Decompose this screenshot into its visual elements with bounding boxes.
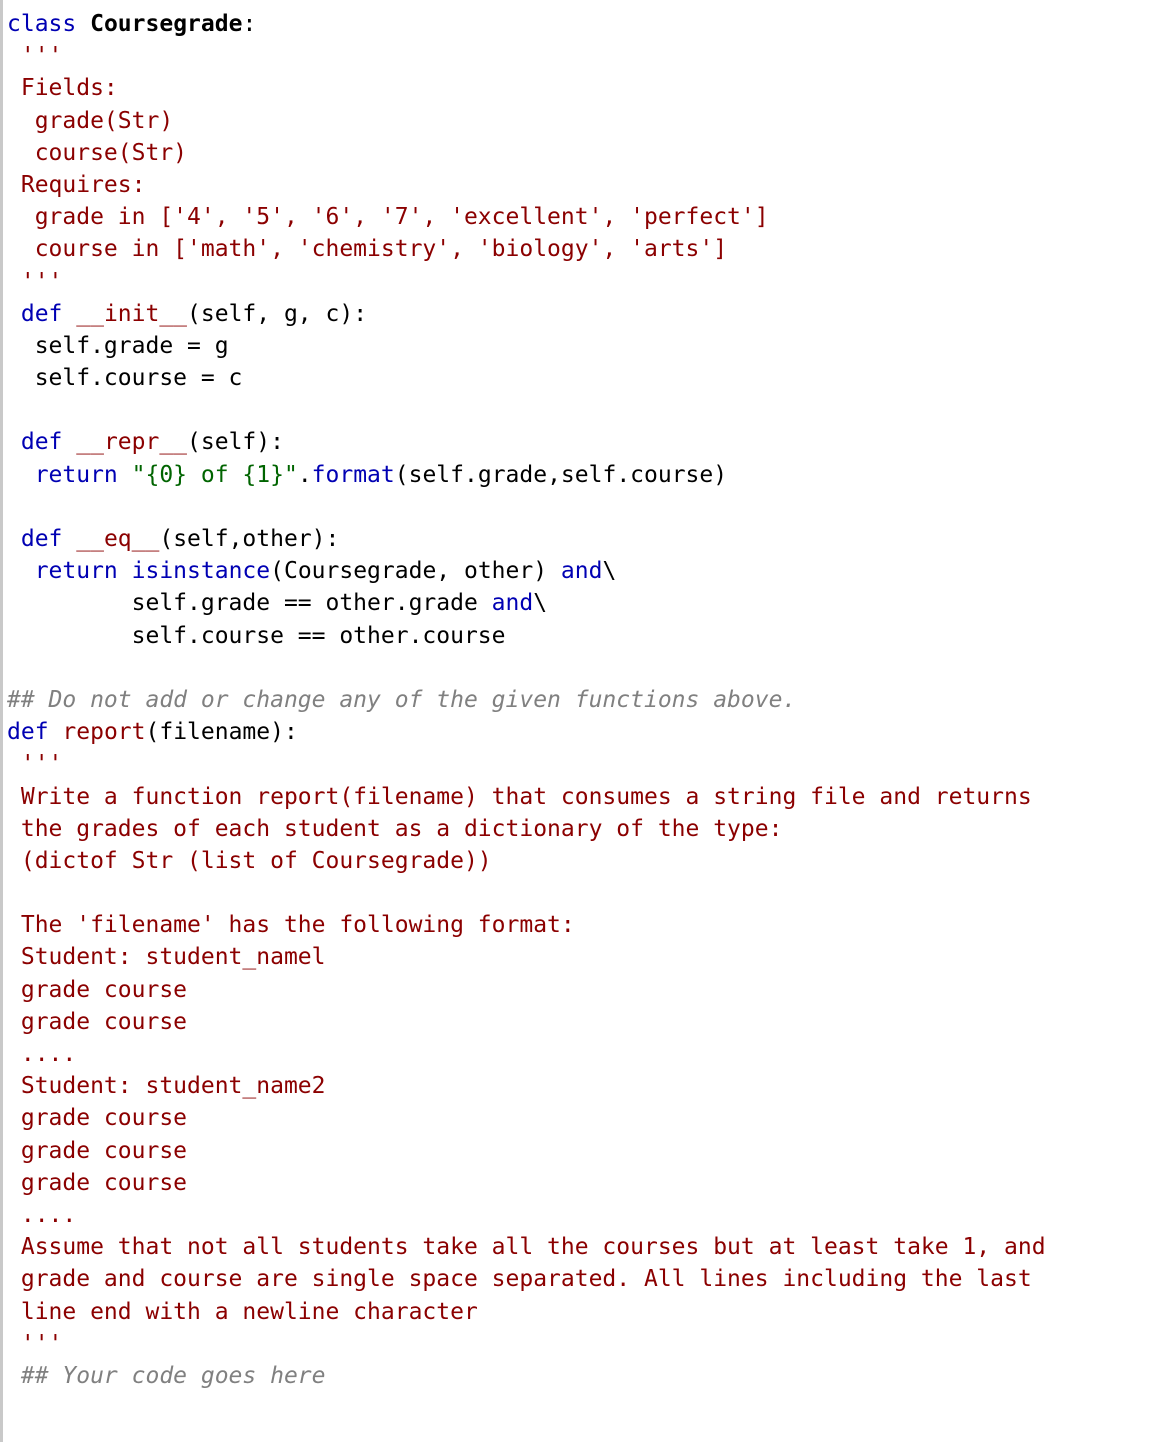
- params: (filename):: [146, 719, 298, 745]
- docstring-line: course(Str): [7, 140, 187, 166]
- code-block: class Coursegrade: ''' Fields: grade(Str…: [0, 0, 1164, 1442]
- docstring-line: line end with a newline character: [7, 1299, 478, 1325]
- docstring-open: ''': [7, 751, 62, 777]
- builtin-isinstance: isinstance: [132, 558, 270, 584]
- string-literal: "{0} of {1}": [132, 462, 298, 488]
- params: (self, g, c):: [187, 301, 367, 327]
- kw-and: and: [561, 558, 603, 584]
- kw-return: return: [7, 558, 118, 584]
- class-name: Coursegrade: [90, 11, 242, 37]
- docstring-line: grade course: [7, 1105, 187, 1131]
- line-continuation: \: [602, 558, 616, 584]
- kw-and: and: [492, 590, 534, 616]
- docstring-line: ....: [7, 1041, 76, 1067]
- docstring-close: ''': [7, 1331, 62, 1357]
- docstring-line: course in ['math', 'chemistry', 'biology…: [7, 236, 727, 262]
- kw-def: def: [7, 719, 49, 745]
- colon: :: [242, 11, 256, 37]
- docstring-line: grade course: [7, 1170, 187, 1196]
- fn-repr: __repr__: [76, 429, 187, 455]
- fn-report: report: [62, 719, 145, 745]
- docstring-line: grade(Str): [7, 108, 173, 134]
- dot: .: [298, 462, 312, 488]
- stmt: self.grade == other.grade: [7, 590, 492, 616]
- docstring-line: Assume that not all students take all th…: [7, 1234, 1046, 1260]
- comment-line: ## Your code goes here: [7, 1363, 326, 1389]
- docstring-line: Student: student_namel: [7, 944, 326, 970]
- docstring-line: the grades of each student as a dictiona…: [7, 816, 782, 842]
- stmt: self.grade = g: [7, 333, 229, 359]
- docstring-line: grade course: [7, 977, 187, 1003]
- params: (self,other):: [159, 526, 339, 552]
- builtin-format: format: [312, 462, 395, 488]
- docstring-line: The 'filename' has the following format:: [7, 912, 575, 938]
- docstring-line: Student: student_name2: [7, 1073, 326, 1099]
- docstring-open: ''': [7, 43, 62, 69]
- comment-line: ## Do not add or change any of the given…: [7, 687, 796, 713]
- kw-def: def: [7, 301, 62, 327]
- callargs: (self.grade,self.course): [395, 462, 727, 488]
- line-continuation: \: [533, 590, 547, 616]
- docstring-line: Fields:: [7, 75, 118, 101]
- docstring-close: ''': [7, 269, 62, 295]
- kw-def: def: [7, 429, 62, 455]
- callargs: (Coursegrade, other): [270, 558, 561, 584]
- docstring-line: ....: [7, 1202, 76, 1228]
- docstring-line: grade in ['4', '5', '6', '7', 'excellent…: [7, 204, 769, 230]
- docstring-line: Write a function report(filename) that c…: [7, 784, 1032, 810]
- fn-init: __init__: [76, 301, 187, 327]
- fn-eq: __eq__: [76, 526, 159, 552]
- params: (self):: [187, 429, 284, 455]
- docstring-line: grade course: [7, 1009, 187, 1035]
- kw-class: class: [7, 11, 76, 37]
- code-pre: class Coursegrade: ''' Fields: grade(Str…: [7, 8, 1164, 1392]
- stmt: self.course == other.course: [7, 623, 506, 649]
- docstring-line: Requires:: [7, 172, 145, 198]
- docstring-line: (dictof Str (list of Coursegrade)): [7, 848, 492, 874]
- docstring-line: grade and course are single space separa…: [7, 1266, 1032, 1292]
- kw-def: def: [7, 526, 62, 552]
- docstring-line: grade course: [7, 1138, 187, 1164]
- kw-return: return: [7, 462, 118, 488]
- stmt: self.course = c: [7, 365, 242, 391]
